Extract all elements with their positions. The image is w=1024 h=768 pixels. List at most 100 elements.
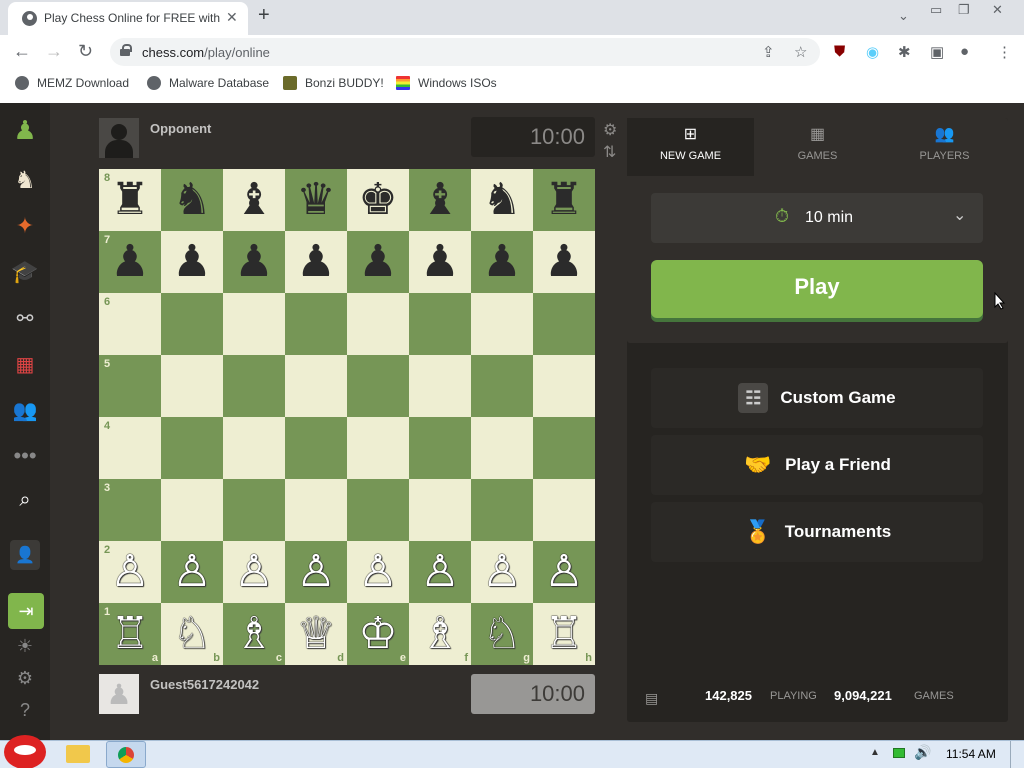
log-in-icon[interactable]: ⇥	[8, 593, 44, 629]
square-d6[interactable]	[285, 293, 347, 355]
square-a7[interactable]: ♟ 7	[99, 231, 161, 293]
close-window-icon[interactable]: ✕	[992, 2, 1003, 18]
bookmark-bonzi-buddy[interactable]: Bonzi BUDDY!	[283, 76, 384, 90]
tab-search-icon[interactable]: ⌄	[898, 8, 909, 24]
battery-icon[interactable]	[893, 748, 905, 758]
square-f7[interactable]: ♟	[409, 231, 471, 293]
black-pawn-icon[interactable]: ♟	[471, 231, 533, 293]
play-a-friend-button[interactable]: 🤝 Play a Friend	[651, 435, 983, 495]
play-icon[interactable]: ♞	[10, 165, 40, 195]
square-b1[interactable]: ♘ b	[161, 603, 223, 665]
black-rook-icon[interactable]: ♜	[533, 169, 595, 231]
square-e3[interactable]	[347, 479, 409, 541]
square-b6[interactable]	[161, 293, 223, 355]
tray-expand-icon[interactable]: ▲	[870, 747, 880, 758]
sign-up-icon[interactable]: 👤	[10, 540, 40, 570]
restore-icon[interactable]: ❐	[958, 2, 970, 18]
share-icon[interactable]: ⇪	[762, 43, 775, 61]
chess-logo-icon[interactable]: ♟	[10, 115, 40, 145]
ublock-icon[interactable]: ⛊	[834, 43, 845, 60]
square-d1[interactable]: ♕ d	[285, 603, 347, 665]
bookmark-star-icon[interactable]: ☆	[794, 43, 807, 61]
square-g4[interactable]	[471, 417, 533, 479]
watch-icon[interactable]: ⚯	[10, 303, 40, 333]
file-explorer-icon[interactable]	[66, 745, 90, 763]
square-h2[interactable]: ♙	[533, 541, 595, 603]
square-b7[interactable]: ♟	[161, 231, 223, 293]
white-pawn-icon[interactable]: ♙	[161, 541, 223, 603]
settings-icon[interactable]: ⚙	[10, 663, 40, 693]
square-f3[interactable]	[409, 479, 471, 541]
square-a6[interactable]: 6	[99, 293, 161, 355]
white-pawn-icon[interactable]: ♙	[223, 541, 285, 603]
reload-icon[interactable]: ↻	[78, 41, 93, 62]
square-f1[interactable]: ♗ f	[409, 603, 471, 665]
square-e1[interactable]: ♔ e	[347, 603, 409, 665]
square-f2[interactable]: ♙	[409, 541, 471, 603]
square-a4[interactable]: 4	[99, 417, 161, 479]
settings-gear-icon[interactable]: ⚙	[603, 120, 617, 140]
square-a1[interactable]: ♖ 1 a	[99, 603, 161, 665]
black-pawn-icon[interactable]: ♟	[533, 231, 595, 293]
square-c5[interactable]	[223, 355, 285, 417]
square-b5[interactable]	[161, 355, 223, 417]
square-b8[interactable]: ♞	[161, 169, 223, 231]
tournaments-button[interactable]: 🏅 Tournaments	[651, 502, 983, 562]
square-b2[interactable]: ♙	[161, 541, 223, 603]
black-knight-icon[interactable]: ♞	[161, 169, 223, 231]
square-g5[interactable]	[471, 355, 533, 417]
square-c7[interactable]: ♟	[223, 231, 285, 293]
square-h4[interactable]	[533, 417, 595, 479]
white-pawn-icon[interactable]: ♙	[471, 541, 533, 603]
square-g7[interactable]: ♟	[471, 231, 533, 293]
learn-icon[interactable]: 🎓	[10, 257, 40, 287]
clock-time[interactable]: 11:54 AM	[946, 747, 996, 761]
square-e7[interactable]: ♟	[347, 231, 409, 293]
chess-board[interactable]: ♜ 8 ♞ ♝ ♛ ♚ ♝ ♞ ♜ ♟ 7 ♟ ♟ ♟ ♟ ♟ ♟ ♟ 6 5 4 3 ♙ 2 ♙ ♙ ♙ ♙ ♙ ♙ ♙ ♖ 1 a ♘ b ♗ c ♕ d…	[99, 169, 595, 665]
black-bishop-icon[interactable]: ♝	[223, 169, 285, 231]
address-bar[interactable]: chess.com/play/online ⇪ ☆	[110, 38, 820, 66]
square-c4[interactable]	[223, 417, 285, 479]
profile-icon[interactable]: ●	[960, 43, 969, 60]
square-a8[interactable]: ♜ 8	[99, 169, 161, 231]
puzzles-icon[interactable]: ✦	[10, 211, 40, 241]
square-h1[interactable]: ♖ h	[533, 603, 595, 665]
search-icon[interactable]: ⌕	[10, 485, 40, 515]
square-g1[interactable]: ♘ g	[471, 603, 533, 665]
square-h6[interactable]	[533, 293, 595, 355]
black-king-icon[interactable]: ♚	[347, 169, 409, 231]
bookmark-malware-database[interactable]: Malware Database	[147, 76, 269, 90]
start-angry-bird-icon[interactable]	[4, 735, 46, 768]
bookmark-memz[interactable]: MEMZ Download	[15, 76, 129, 90]
white-pawn-icon[interactable]: ♙	[409, 541, 471, 603]
square-c1[interactable]: ♗ c	[223, 603, 285, 665]
square-h5[interactable]	[533, 355, 595, 417]
square-h8[interactable]: ♜	[533, 169, 595, 231]
time-control-select[interactable]: ⏱ 10 min ⌄	[651, 193, 983, 243]
black-queen-icon[interactable]: ♛	[285, 169, 347, 231]
news-icon[interactable]: ▦	[10, 349, 40, 379]
tab-new-game[interactable]: ⊞ NEW GAME	[627, 118, 754, 176]
help-icon[interactable]: ?	[10, 695, 40, 725]
black-pawn-icon[interactable]: ♟	[223, 231, 285, 293]
square-b3[interactable]	[161, 479, 223, 541]
theme-icon[interactable]: ☀	[10, 631, 40, 661]
more-icon[interactable]: •••	[10, 441, 40, 471]
chat-icon[interactable]: ▤	[645, 690, 658, 707]
square-h3[interactable]	[533, 479, 595, 541]
close-tab-icon[interactable]: ✕	[226, 9, 238, 26]
minimize-icon[interactable]: ▭	[930, 2, 942, 18]
browser-tab[interactable]: Play Chess Online for FREE with F ✕	[8, 2, 248, 35]
extensions-puzzle-icon[interactable]: ✱	[898, 43, 911, 61]
square-d7[interactable]: ♟	[285, 231, 347, 293]
black-knight-icon[interactable]: ♞	[471, 169, 533, 231]
tab-players[interactable]: 👥 PLAYERS	[881, 118, 1008, 176]
social-icon[interactable]: 👥	[10, 395, 40, 425]
square-f8[interactable]: ♝	[409, 169, 471, 231]
volume-icon[interactable]: 🔊	[914, 744, 931, 761]
square-a2[interactable]: ♙ 2	[99, 541, 161, 603]
black-pawn-icon[interactable]: ♟	[285, 231, 347, 293]
square-c3[interactable]	[223, 479, 285, 541]
black-pawn-icon[interactable]: ♟	[409, 231, 471, 293]
play-button[interactable]: Play	[651, 260, 983, 318]
